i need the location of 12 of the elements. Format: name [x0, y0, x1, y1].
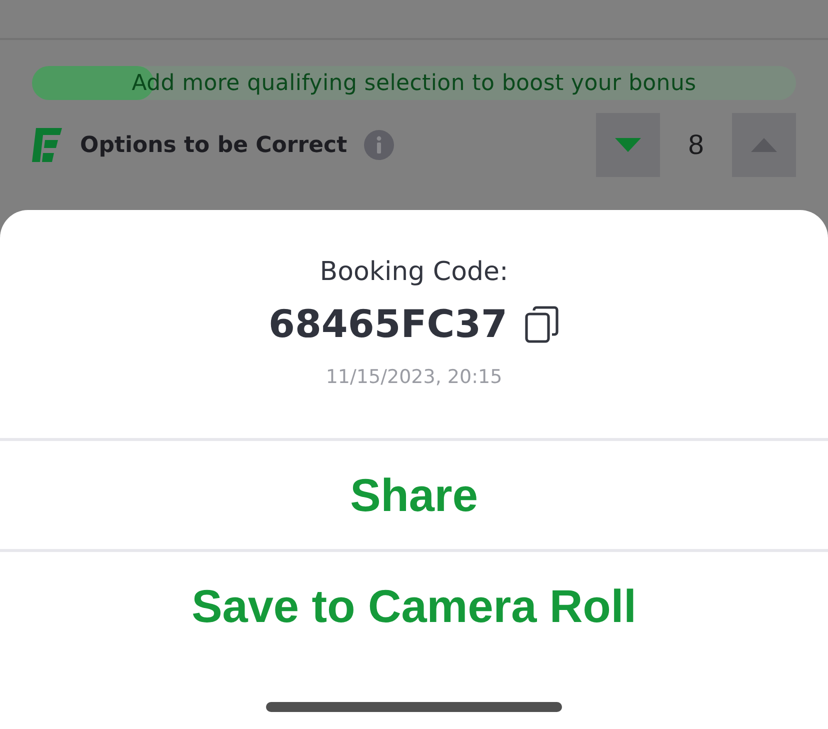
copy-icon[interactable]	[525, 306, 560, 342]
options-title: Options to be Correct	[80, 132, 348, 158]
logo-icon	[32, 128, 62, 162]
info-icon[interactable]	[364, 130, 394, 160]
booking-code-label: Booking Code:	[320, 257, 508, 287]
stepper-value: 8	[687, 129, 705, 161]
decrease-button[interactable]	[596, 113, 660, 177]
timestamp: 11/15/2023, 20:15	[326, 366, 502, 388]
triangle-up-icon	[751, 138, 777, 152]
triangle-down-icon	[615, 138, 641, 152]
bonus-message: Add more qualifying selection to boost your bonus	[132, 70, 696, 96]
booking-code: 68465FC37	[268, 302, 508, 346]
